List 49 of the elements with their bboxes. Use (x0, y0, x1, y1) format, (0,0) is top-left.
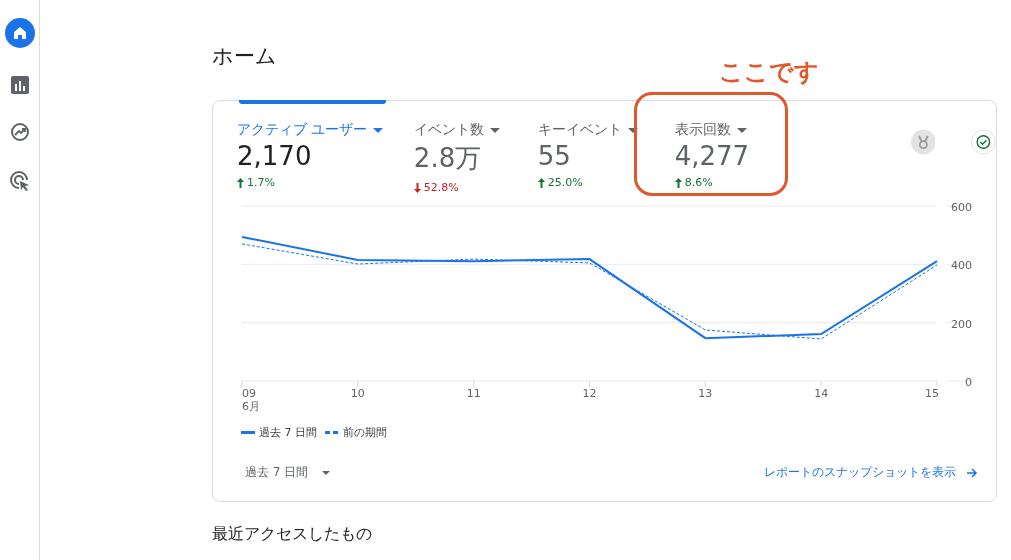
axis-label: 600 (951, 201, 972, 214)
axis-label: 10 (350, 387, 365, 400)
home-icon[interactable] (4, 18, 35, 48)
metric-value: 4,277 (674, 141, 750, 171)
report-link[interactable]: レポートのスナップショットを表示 (764, 464, 978, 481)
page-title: ホーム (212, 43, 278, 70)
down-arrow-icon (413, 182, 421, 193)
axis-label: 14 (814, 387, 829, 400)
dropdown-caret-icon (627, 127, 638, 133)
medal-icon[interactable] (910, 128, 936, 156)
axis-label: 0 (965, 376, 972, 389)
dropdown-caret-icon (373, 127, 384, 133)
annotation-text: ここです (719, 57, 819, 88)
bar-chart-icon[interactable] (10, 76, 29, 94)
metric-change: 25.0% (537, 176, 583, 189)
metric-value: 2,170 (237, 141, 312, 171)
metric-tab[interactable]: イベント数 (413, 121, 500, 139)
section-title: 最近アクセスしたもの (212, 524, 373, 545)
up-arrow-icon (674, 177, 682, 188)
metric-value: 2.8万 (413, 142, 482, 175)
cursor-target-icon[interactable] (8, 170, 31, 192)
metric-change: 1.7% (237, 176, 275, 189)
dropdown-caret-icon (736, 127, 747, 133)
metric-change: 8.6% (674, 176, 713, 189)
metric-tab[interactable]: 表示回数 (674, 121, 747, 139)
trend-circle-icon[interactable] (9, 122, 30, 142)
check-circle-icon[interactable] (971, 128, 997, 156)
axis-label: 15 (925, 387, 939, 400)
axis-label: 13 (698, 387, 713, 400)
right-arrow-icon (966, 466, 978, 479)
metric-tab[interactable]: キーイベント (537, 121, 638, 139)
axis-label: 400 (951, 259, 972, 273)
axis-label: 200 (951, 317, 972, 331)
legend-label: 前の期間 (343, 425, 387, 440)
metric-tab[interactable]: アクティブ ユーザー (237, 121, 384, 139)
dashed-line-icon (325, 431, 339, 434)
metric-change: 52.8% (413, 181, 459, 194)
axis-label: 11 (466, 387, 481, 400)
axis-label: 12 (582, 387, 597, 400)
up-arrow-icon (237, 177, 244, 188)
caret-icon (322, 470, 331, 475)
date-range-dropdown[interactable]: 過去 7 日間 (245, 464, 331, 481)
legend-label: 過去 7 日間 (259, 425, 317, 440)
solid-line-icon (241, 431, 255, 434)
metric-value: 55 (537, 141, 571, 171)
axis-label: 6月 (242, 400, 260, 412)
up-arrow-icon (537, 177, 545, 188)
axis-label: 09 (242, 387, 256, 400)
dropdown-caret-icon (489, 127, 500, 133)
